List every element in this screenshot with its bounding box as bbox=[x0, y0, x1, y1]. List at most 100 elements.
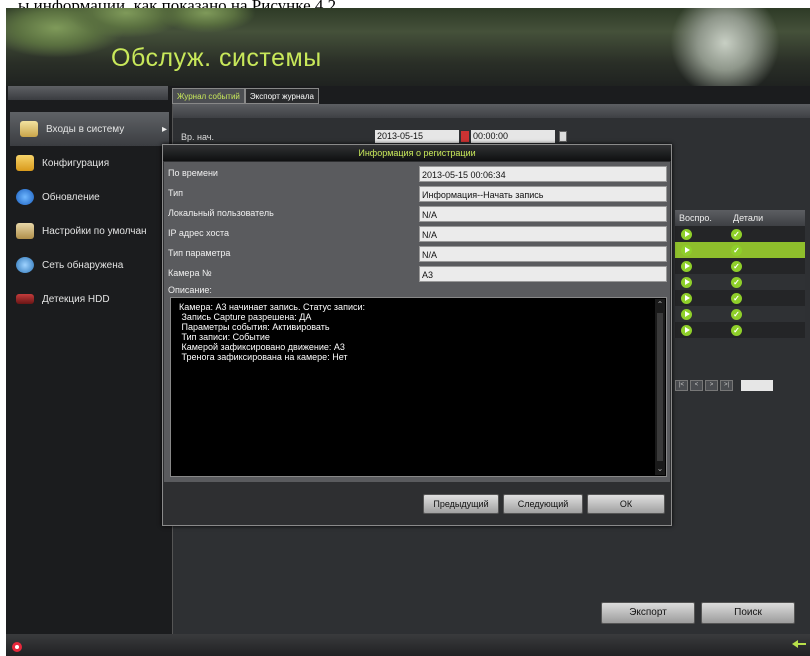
calendar-icon[interactable] bbox=[461, 131, 469, 142]
page-number-input[interactable] bbox=[741, 379, 773, 391]
results-header: Воспро. Детали bbox=[675, 210, 805, 226]
details-check-icon[interactable]: ✓ bbox=[731, 261, 742, 272]
first-page-button[interactable]: |< bbox=[675, 379, 688, 391]
play-icon[interactable] bbox=[681, 261, 692, 272]
table-row[interactable]: ✓ bbox=[675, 242, 805, 258]
sidebar-item-label: Сеть обнаружена bbox=[42, 259, 124, 271]
play-icon[interactable] bbox=[681, 245, 692, 256]
tab-export-log[interactable]: Экспорт журнала bbox=[244, 88, 319, 104]
sidebar-item-configuration[interactable]: Конфигурация bbox=[6, 146, 169, 180]
field-row-type: Тип Информация--Начать запись bbox=[164, 185, 670, 203]
column-header-details: Детали bbox=[733, 213, 764, 223]
scroll-down-icon[interactable]: ⌄ bbox=[655, 463, 665, 475]
sidebar-item-label: Обновление bbox=[42, 191, 100, 203]
folder-icon bbox=[16, 155, 34, 171]
table-row[interactable]: ✓ bbox=[675, 290, 805, 306]
play-icon[interactable] bbox=[681, 277, 692, 288]
network-icon bbox=[16, 257, 34, 273]
page-title: Обслуж. системы bbox=[111, 44, 322, 72]
details-check-icon[interactable]: ✓ bbox=[731, 325, 742, 336]
field-row-camera: Камера № A3 bbox=[164, 265, 670, 283]
dialog-body: По времени 2013-05-15 00:06:34 Тип Инфор… bbox=[164, 162, 670, 482]
field-label: По времени bbox=[168, 168, 218, 178]
ok-button[interactable]: ОК bbox=[587, 494, 665, 514]
details-check-icon[interactable]: ✓ bbox=[731, 277, 742, 288]
field-label: Камера № bbox=[168, 268, 212, 278]
field-row-param-type: Тип параметра N/A bbox=[164, 245, 670, 263]
table-row[interactable]: ✓ bbox=[675, 274, 805, 290]
table-row[interactable]: ✓ bbox=[675, 322, 805, 338]
chevron-right-icon: ▸ bbox=[161, 123, 167, 135]
start-date-input[interactable]: 2013-05-15 bbox=[375, 130, 459, 143]
table-row[interactable]: ✓ bbox=[675, 258, 805, 274]
last-page-button[interactable]: >| bbox=[720, 379, 733, 391]
next-button[interactable]: Следующий bbox=[503, 494, 583, 514]
dialog-footer: Предыдущий Следующий ОК bbox=[164, 482, 670, 524]
start-time-row: Вр. нач. 2013-05-15 00:00:00 bbox=[173, 130, 810, 144]
details-check-icon[interactable]: ✓ bbox=[731, 309, 742, 320]
field-row-host-ip: IP адрес хоста N/A bbox=[164, 225, 670, 243]
status-bar bbox=[6, 634, 810, 656]
start-time-label: Вр. нач. bbox=[181, 132, 214, 142]
field-value: A3 bbox=[419, 266, 667, 282]
field-label: Локальный пользователь bbox=[168, 208, 274, 218]
sidebar-item-upgrade[interactable]: Обновление bbox=[6, 180, 169, 214]
sidebar-item-hdd[interactable]: Детекция HDD bbox=[6, 282, 169, 316]
scroll-up-icon[interactable]: ⌃ bbox=[655, 299, 665, 311]
column-header-play: Воспро. bbox=[679, 213, 712, 223]
export-button[interactable]: Экспорт bbox=[601, 602, 695, 624]
upgrade-arrow-icon bbox=[16, 189, 34, 205]
field-value: N/A bbox=[419, 206, 667, 222]
pager: |< < > >| bbox=[675, 378, 773, 392]
field-value: Информация--Начать запись bbox=[419, 186, 667, 202]
field-value: N/A bbox=[419, 226, 667, 242]
field-label: IP адрес хоста bbox=[168, 228, 230, 238]
table-row[interactable]: ✓ bbox=[675, 226, 805, 242]
description-textarea[interactable]: Камера: А3 начинает запись. Статус запис… bbox=[170, 297, 667, 477]
sidebar: Входы в систему ▸ Конфигурация Обновлени… bbox=[6, 112, 169, 316]
play-icon[interactable] bbox=[681, 293, 692, 304]
tab-event-log[interactable]: Журнал событий bbox=[172, 88, 245, 104]
field-row-time: По времени 2013-05-15 00:06:34 bbox=[164, 165, 670, 183]
field-label: Тип параметра bbox=[168, 248, 231, 258]
previous-button[interactable]: Предыдущий bbox=[423, 494, 499, 514]
panel-header-bar bbox=[173, 104, 810, 118]
prev-page-button[interactable]: < bbox=[690, 379, 703, 391]
sidebar-item-network[interactable]: Сеть обнаружена bbox=[6, 248, 169, 282]
time-spinner[interactable] bbox=[559, 131, 567, 142]
header-banner: Обслуж. системы bbox=[6, 8, 810, 86]
results-table: Воспро. Детали ✓ ✓ ✓ ✓ ✓ ✓ ✓ bbox=[675, 210, 805, 338]
sidebar-header-bar bbox=[8, 86, 168, 100]
sidebar-item-logins[interactable]: Входы в систему ▸ bbox=[10, 112, 169, 146]
dialog-title: Информация о регистрации bbox=[163, 145, 671, 161]
play-icon[interactable] bbox=[681, 309, 692, 320]
search-button[interactable]: Поиск bbox=[701, 602, 795, 624]
table-row[interactable]: ✓ bbox=[675, 306, 805, 322]
play-icon[interactable] bbox=[681, 325, 692, 336]
field-label: Тип bbox=[168, 188, 184, 198]
tab-bar: Журнал событий Экспорт журнала bbox=[172, 88, 319, 104]
sidebar-item-label: Входы в систему bbox=[46, 123, 125, 135]
sidebar-item-label: Конфигурация bbox=[42, 157, 110, 169]
hdd-icon bbox=[16, 294, 34, 304]
field-value: N/A bbox=[419, 246, 667, 262]
sidebar-item-label: Настройки по умолчан bbox=[42, 225, 147, 237]
scrollbar[interactable]: ⌃ ⌄ bbox=[655, 299, 665, 475]
play-icon[interactable] bbox=[681, 229, 692, 240]
details-check-icon[interactable]: ✓ bbox=[731, 245, 742, 256]
scroll-thumb[interactable] bbox=[657, 313, 663, 461]
field-row-local-user: Локальный пользователь N/A bbox=[164, 205, 670, 223]
dvr-screen: Обслуж. системы Журнал событий Экспорт ж… bbox=[6, 8, 810, 656]
field-value: 2013-05-15 00:06:34 bbox=[419, 166, 667, 182]
description-text: Камера: А3 начинает запись. Статус запис… bbox=[179, 302, 365, 362]
description-label: Описание: bbox=[168, 285, 212, 295]
log-info-dialog: Информация о регистрации По времени 2013… bbox=[162, 144, 672, 526]
sidebar-item-defaults[interactable]: Настройки по умолчан bbox=[6, 214, 169, 248]
next-page-button[interactable]: > bbox=[705, 379, 718, 391]
details-check-icon[interactable]: ✓ bbox=[731, 229, 742, 240]
details-check-icon[interactable]: ✓ bbox=[731, 293, 742, 304]
back-arrow-icon[interactable] bbox=[792, 640, 806, 648]
record-indicator-icon bbox=[12, 642, 22, 652]
reset-box-icon bbox=[16, 223, 34, 239]
start-time-input[interactable]: 00:00:00 bbox=[471, 130, 555, 143]
